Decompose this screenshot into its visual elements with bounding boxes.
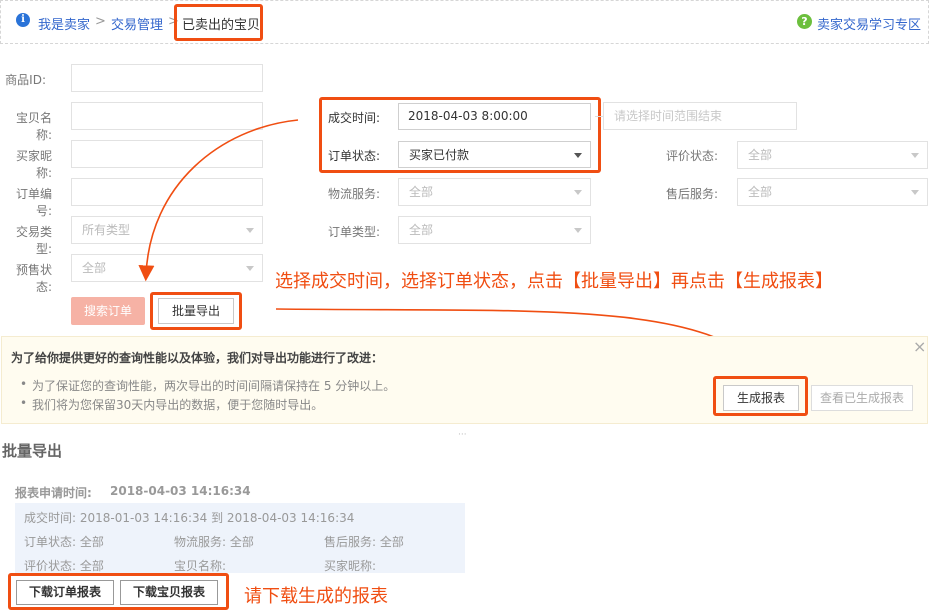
view-generated-reports-button[interactable]: 查看已生成报表 [811, 385, 913, 411]
criteria-review-status: 评价状态: 全部 [24, 559, 104, 573]
criteria-buyer-nick: 买家昵称: [324, 559, 377, 573]
apply-time-value: 2018-04-03 14:16:34 [110, 484, 251, 498]
bullet-dot: • [20, 396, 28, 410]
generate-report-button[interactable]: 生成报表 [723, 385, 799, 411]
criteria-item-name: 宝贝名称: [174, 559, 227, 573]
apply-time-label: 报表申请时间: [15, 486, 92, 500]
annotation-download: 请下载生成的报表 [244, 586, 388, 607]
download-order-report-button[interactable]: 下载订单报表 [16, 580, 114, 605]
batch-export-title: 批量导出 [2, 442, 63, 460]
criteria-logistics: 物流服务: 全部 [174, 535, 254, 549]
notice-bullet-1: 为了保证您的查询性能，两次导出的时间间隔请保持在 5 分钟以上。 [32, 379, 396, 393]
arrow-to-export [138, 119, 299, 282]
download-item-report-button[interactable]: 下载宝贝报表 [120, 580, 218, 605]
criteria-after-sale: 售后服务: 全部 [324, 535, 404, 549]
bullet-dot: • [20, 377, 28, 391]
notice-bullet-2: 我们将为您保留30天内导出的数据，便于您随时导出。 [32, 398, 324, 412]
criteria-order-status: 订单状态: 全部 [24, 535, 104, 549]
close-icon[interactable]: × [913, 337, 926, 356]
deal-time-range: 成交时间: 2018-01-03 14:16:34 到 2018-04-03 1… [24, 511, 355, 525]
drag-handle-icon: ··· [458, 430, 467, 440]
notice-title: 为了给你提供更好的查询性能以及体验，我们对导出功能进行了改进： [11, 351, 384, 365]
